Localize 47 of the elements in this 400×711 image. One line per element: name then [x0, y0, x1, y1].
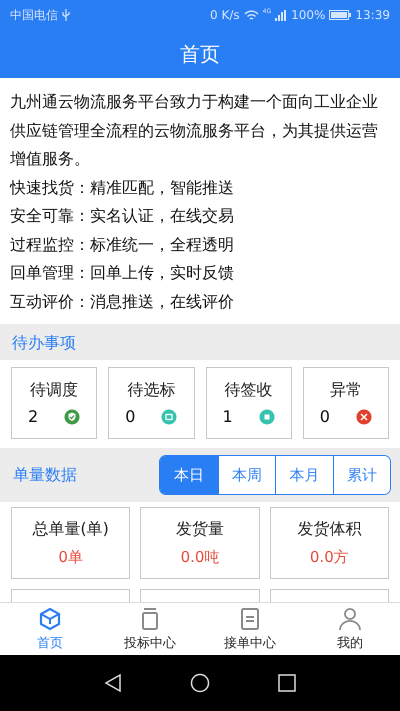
stat-value: 0单 [58, 548, 83, 567]
battery-icon [329, 10, 352, 20]
section-title: 待办事项 [12, 332, 76, 354]
feature-line: 回单管理：回单上传，实时反馈 [10, 262, 235, 284]
recents-icon[interactable] [278, 674, 296, 692]
card-count: 2 [28, 407, 38, 426]
card-label: 待调度 [30, 380, 78, 401]
card-label: 待签收 [224, 380, 273, 401]
clock-time: 13:39 [355, 8, 390, 22]
document-icon [238, 606, 262, 630]
battery-level: 100% [291, 8, 326, 22]
intro-paragraph: 九州通云物流服务平台致力于构建一个面向工业企业供应链管理全流程的云物流服务平台，为其提供运营增值服务。 [10, 91, 379, 170]
feature-line: 过程监控：标准统一，全程透明 [10, 234, 235, 256]
card-count: 1 [222, 407, 233, 426]
home-icon[interactable] [190, 673, 210, 693]
cube-icon [38, 606, 62, 630]
page-title: 首页 [180, 40, 220, 68]
stat-label: 发货量 [176, 519, 224, 540]
person-icon [338, 606, 362, 630]
nav-tab[interactable]: 接单中心 [200, 603, 300, 655]
nav-tab[interactable]: 我的 [300, 603, 400, 655]
card-label: 异常 [330, 380, 362, 401]
nav-tab[interactable]: 投标中心 [100, 603, 200, 655]
nav-tab[interactable]: 首页 [0, 603, 100, 655]
card-label: 待选标 [127, 380, 176, 401]
feature-line: 互动评价：消息推送，在线评价 [10, 290, 235, 312]
period-tab[interactable]: 累计 [332, 456, 390, 494]
signal-icon [275, 10, 288, 20]
todo-card[interactable]: 待选标 0 [108, 367, 194, 439]
carrier-name: 中国电信 [10, 6, 58, 24]
back-icon[interactable] [104, 673, 122, 693]
stat-value: 0.0方 [310, 548, 349, 567]
section-title: 单量数据 [13, 464, 77, 486]
feature-line: 安全可靠：实名认证，在线交易 [10, 205, 235, 227]
wifi-icon [244, 10, 259, 20]
feature-line: 快速找货：精准匹配，智能推送 [10, 176, 235, 198]
stat-label: 总单量(单) [32, 519, 109, 540]
stat-label: 发货体积 [297, 519, 362, 540]
usb-icon [62, 9, 70, 21]
stat-value: 0.0吨 [180, 548, 220, 567]
todo-card[interactable]: 异常 0 [302, 367, 389, 439]
card-count: 0 [320, 407, 330, 426]
card-count: 0 [125, 407, 136, 426]
todo-card[interactable]: 待调度 2 [11, 367, 98, 439]
network-speed: 0 K/s [210, 8, 240, 22]
todo-card[interactable]: 待签收 1 [206, 367, 292, 439]
period-tab[interactable]: 本日 [160, 456, 218, 494]
